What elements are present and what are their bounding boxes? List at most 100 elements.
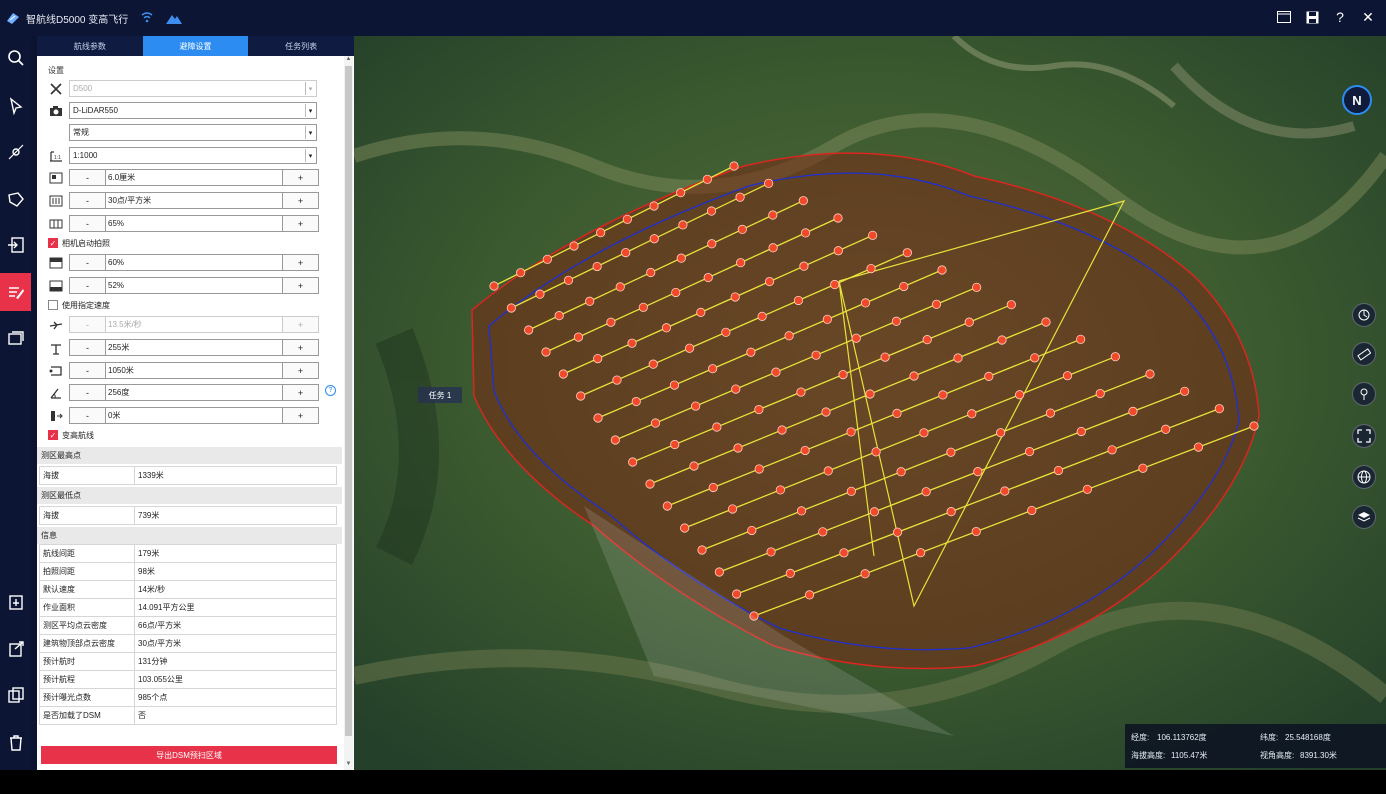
waypoint-marker[interactable]	[764, 178, 774, 188]
waypoint-marker[interactable]	[777, 425, 787, 435]
waypoint-marker[interactable]	[1000, 486, 1010, 496]
globe-icon[interactable]	[1352, 465, 1376, 489]
scroll-up-icon[interactable]: ▲	[344, 56, 353, 65]
waypoint-marker[interactable]	[541, 347, 551, 357]
waypoint-marker[interactable]	[851, 333, 861, 343]
window-icon[interactable]	[1276, 9, 1292, 25]
close-icon[interactable]: ✕	[1360, 9, 1376, 25]
waypoint-marker[interactable]	[909, 371, 919, 381]
lateral-overlap-stepper[interactable]: -52% +	[69, 277, 319, 294]
waypoint-marker[interactable]	[869, 507, 880, 517]
import-icon[interactable]	[0, 226, 31, 264]
waypoint-marker[interactable]	[921, 487, 931, 497]
waypoint-marker[interactable]	[754, 464, 764, 474]
waypoint-marker[interactable]	[730, 292, 740, 302]
waypoint-marker[interactable]	[1006, 300, 1016, 310]
waypoint-marker[interactable]	[811, 350, 821, 360]
select-icon[interactable]	[0, 87, 31, 125]
waypoint-marker[interactable]	[860, 298, 871, 308]
waypoint-marker[interactable]	[646, 267, 656, 278]
waypoint-marker[interactable]	[868, 230, 878, 240]
forward-overlap-minus-button[interactable]: -	[69, 254, 106, 271]
extend-plus-button[interactable]: +	[282, 407, 319, 424]
waypoint-marker[interactable]	[833, 246, 843, 256]
waypoint-marker[interactable]	[899, 281, 909, 292]
gsd-plus-button[interactable]: +	[282, 169, 319, 186]
waypoint-marker[interactable]	[489, 281, 499, 291]
extend-stepper[interactable]: -0米 +	[69, 407, 319, 424]
gsd-stepper[interactable]: -6.0厘米 +	[69, 169, 319, 186]
waypoint-marker[interactable]	[1082, 484, 1092, 494]
waypoint-marker[interactable]	[727, 504, 738, 514]
waypoint-marker[interactable]	[542, 254, 552, 264]
ruler-icon[interactable]	[1352, 342, 1376, 366]
waypoint-marker[interactable]	[891, 316, 901, 326]
extend-value[interactable]: 0米	[106, 407, 282, 424]
waypoint-marker[interactable]	[712, 422, 722, 432]
waypoint-marker[interactable]	[892, 527, 903, 537]
speed-value[interactable]: 13.5米/秒	[106, 316, 282, 333]
route-length-minus-button[interactable]: -	[69, 362, 106, 379]
waypoint-marker[interactable]	[592, 261, 602, 272]
waypoint-marker[interactable]	[1024, 446, 1035, 457]
waypoint-marker[interactable]	[1027, 505, 1037, 516]
waypoint-marker[interactable]	[631, 396, 641, 407]
waypoint-marker[interactable]	[593, 353, 603, 364]
waypoint-marker[interactable]	[880, 352, 890, 362]
waypoint-marker[interactable]	[563, 275, 574, 285]
waypoint-marker[interactable]	[871, 447, 881, 457]
waypoint-marker[interactable]	[865, 389, 875, 399]
density-minus-button[interactable]: -	[69, 192, 106, 209]
polygon-icon[interactable]	[0, 180, 31, 218]
speed-minus-button[interactable]: -	[69, 316, 106, 333]
waypoint-marker[interactable]	[676, 188, 686, 198]
waypoint-marker[interactable]	[1107, 445, 1117, 455]
waypoint-marker[interactable]	[1045, 408, 1056, 418]
waypoint-marker[interactable]	[971, 526, 981, 537]
waypoint-marker[interactable]	[996, 428, 1006, 438]
waypoint-marker[interactable]	[754, 404, 764, 415]
waypoint-marker[interactable]	[645, 479, 655, 489]
waypoint-marker[interactable]	[1128, 406, 1138, 417]
waypoint-marker[interactable]	[627, 338, 637, 348]
tab-task-list[interactable]: 任务列表	[248, 36, 354, 56]
waypoint-marker[interactable]	[670, 439, 680, 450]
waypoint-marker[interactable]	[1041, 317, 1051, 327]
waypoint-marker[interactable]	[684, 343, 695, 353]
lateral-overlap-value[interactable]: 52%	[106, 277, 282, 294]
waypoint-marker[interactable]	[524, 325, 534, 335]
waypoint-marker[interactable]	[648, 359, 658, 369]
waypoint-marker[interactable]	[606, 317, 616, 327]
gsd-minus-button[interactable]: -	[69, 169, 106, 186]
density-value[interactable]: 30点/平方米	[106, 192, 282, 209]
speed-plus-button[interactable]: +	[282, 316, 319, 333]
tab-route-params[interactable]: 航线参数	[37, 36, 143, 56]
waypoint-marker[interactable]	[706, 206, 717, 216]
waypoint-marker[interactable]	[822, 314, 832, 324]
waypoint-marker[interactable]	[1076, 334, 1086, 344]
waypoint-marker[interactable]	[558, 369, 568, 379]
waypoint-marker[interactable]	[919, 428, 929, 438]
waypoint-marker[interactable]	[671, 287, 681, 298]
waypoint-marker[interactable]	[573, 332, 584, 342]
waypoint-marker[interactable]	[535, 289, 545, 299]
waypoint-marker[interactable]	[1030, 353, 1040, 363]
waypoint-marker[interactable]	[612, 375, 622, 385]
waypoint-marker[interactable]	[1053, 465, 1064, 476]
waypoint-marker[interactable]	[796, 387, 806, 397]
density-stepper[interactable]: -30点/平方米 +	[69, 192, 319, 209]
waypoint-marker[interactable]	[736, 258, 746, 268]
waypoint-marker[interactable]	[1076, 426, 1086, 437]
layers-icon[interactable]	[1352, 505, 1376, 529]
export-dsm-button[interactable]: 导出DSM预扫区域	[41, 746, 337, 764]
compass-icon[interactable]: N	[1342, 85, 1372, 115]
altitude-value[interactable]: 255米	[106, 339, 282, 356]
waypoint-marker[interactable]	[757, 311, 767, 321]
waypoint-marker[interactable]	[1145, 369, 1155, 379]
waypoint-marker[interactable]	[846, 486, 856, 496]
waypoint-marker[interactable]	[784, 331, 794, 341]
forward-overlap-plus-button[interactable]: +	[282, 254, 319, 271]
waypoint-marker[interactable]	[697, 545, 707, 555]
waypoint-marker[interactable]	[768, 210, 778, 220]
waypoint-marker[interactable]	[691, 401, 701, 411]
